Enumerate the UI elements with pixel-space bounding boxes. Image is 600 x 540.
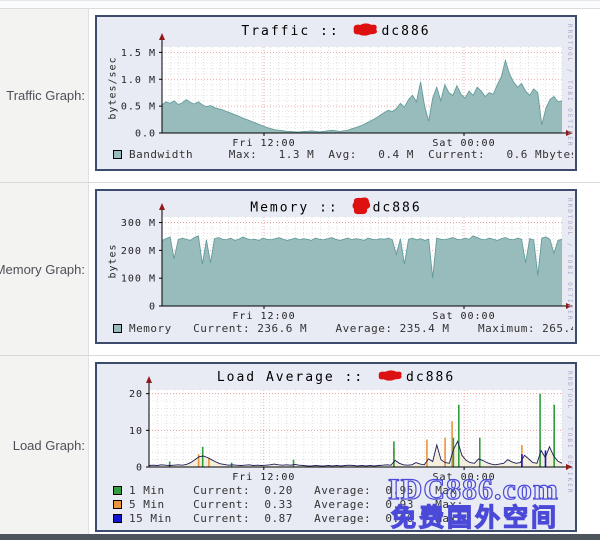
traffic-legend: Bandwidth Max: 1.3 M Avg: 0.4 M Current:… bbox=[113, 148, 573, 161]
load-graph-cell: 0 10 20Fri 12:00 Sat 00:00 Load Average :: … bbox=[89, 356, 600, 534]
svg-text:Sat 00:00: Sat 00:00 bbox=[432, 311, 495, 322]
svg-text:200 M: 200 M bbox=[121, 246, 156, 257]
traffic-graph-title: Traffic :: dc886 bbox=[97, 22, 575, 41]
svg-text:0.5 M: 0.5 M bbox=[121, 102, 156, 113]
memory-graph-row-label: Memory Graph: bbox=[0, 183, 89, 356]
15min-legend-text: 15 Min Current: 0.87 Average: 0.90 Max: bbox=[129, 512, 464, 525]
bottom-bar bbox=[0, 534, 600, 540]
rrdtool-watermark: RRDTOOL / TOBI OETIKER bbox=[566, 371, 573, 494]
svg-text:Sat 00:00: Sat 00:00 bbox=[433, 472, 496, 483]
redaction-scribble bbox=[350, 196, 372, 220]
1min-legend-text: 1 Min Current: 0.20 Average: 0.95 Max: bbox=[129, 484, 464, 497]
memory-legend-swatch bbox=[113, 324, 122, 333]
load-graph-image[interactable]: 0 10 20Fri 12:00 Sat 00:00 Load Average :: … bbox=[95, 362, 577, 532]
svg-text:0: 0 bbox=[149, 301, 156, 312]
traffic-graph-label: Traffic Graph: bbox=[6, 88, 85, 103]
memory-graph-image[interactable]: 0100 M200 M300 MFri 12:00Sat 00:00 Memor… bbox=[95, 189, 577, 344]
rrdtool-watermark: RRDTOOL / TOBI OETIKER bbox=[566, 198, 573, 321]
cacti-graph-page: Traffic Graph: 0.0 0.5 M 1.0 M 1.5 M Fri 12:… bbox=[0, 0, 600, 540]
svg-text:1.0 M: 1.0 M bbox=[121, 75, 156, 86]
traffic-row: Traffic Graph: 0.00.5 M1.0 M1.5 MFri 12:… bbox=[0, 9, 600, 183]
load-graph-label: Load Graph: bbox=[13, 438, 85, 453]
svg-text:Fri 12:00: Fri 12:00 bbox=[232, 472, 295, 483]
load-row: Load Graph: 0 10 20 Fri 12:00 Sat 00:00 Load… bbox=[0, 356, 600, 534]
traffic-graph-cell: 0.00.5 M1.0 M1.5 MFri 12:00Sat 00:00 Tra… bbox=[89, 9, 600, 182]
memory-y-axis-label: bytes bbox=[108, 243, 119, 278]
traffic-graph-image[interactable]: 0.00.5 M1.0 M1.5 MFri 12:00Sat 00:00 Tra… bbox=[95, 15, 577, 171]
svg-text:Fri 12:00: Fri 12:00 bbox=[232, 311, 295, 322]
bandwidth-legend-swatch bbox=[113, 150, 122, 159]
redaction-scribble bbox=[350, 22, 380, 41]
load-legend-1min: 1 Min Current: 0.20 Average: 0.95 Max: bbox=[113, 484, 464, 497]
load-legend-15min: 15 Min Current: 0.87 Average: 0.90 Max: bbox=[113, 512, 464, 525]
traffic-graph-row-label: Traffic Graph: bbox=[0, 9, 89, 182]
memory-legend-text: Memory Current: 236.6 M Average: 235.4 M… bbox=[129, 322, 573, 335]
svg-text:0.0: 0.0 bbox=[135, 129, 156, 140]
svg-text:100 M: 100 M bbox=[121, 273, 156, 284]
load-graph-row-label: Load Graph: bbox=[0, 356, 89, 534]
traffic-y-axis-label: bytes/sec bbox=[108, 56, 119, 119]
load-graph-title: Load Average :: dc886 bbox=[97, 369, 575, 386]
1min-legend-swatch bbox=[113, 486, 122, 495]
memory-graph-title: Memory :: dc886 bbox=[97, 196, 575, 220]
svg-text:0: 0 bbox=[136, 463, 143, 474]
memory-graph-label: Memory Graph: bbox=[0, 262, 85, 277]
5min-legend-text: 5 Min Current: 0.33 Average: 0.93 Max: bbox=[129, 498, 464, 511]
memory-graph-cell: 0100 M200 M300 MFri 12:00Sat 00:00 Memor… bbox=[89, 183, 600, 356]
memory-legend: Memory Current: 236.6 M Average: 235.4 M… bbox=[113, 322, 573, 335]
svg-text:1.5 M: 1.5 M bbox=[121, 48, 156, 59]
redaction-scribble bbox=[375, 369, 405, 386]
memory-row: Memory Graph: 0100 M200 M300 MFri 12:00S… bbox=[0, 183, 600, 357]
load-legend-5min: 5 Min Current: 0.33 Average: 0.93 Max: bbox=[113, 498, 464, 511]
rrdtool-watermark: RRDTOOL / TOBI OETIKER bbox=[566, 24, 573, 147]
svg-text:20: 20 bbox=[129, 390, 143, 401]
top-strip bbox=[0, 1, 600, 9]
traffic-legend-text: Bandwidth Max: 1.3 M Avg: 0.4 M Current:… bbox=[129, 148, 573, 161]
5min-legend-swatch bbox=[113, 500, 122, 509]
svg-text:10: 10 bbox=[129, 426, 143, 437]
15min-legend-swatch bbox=[113, 514, 122, 523]
